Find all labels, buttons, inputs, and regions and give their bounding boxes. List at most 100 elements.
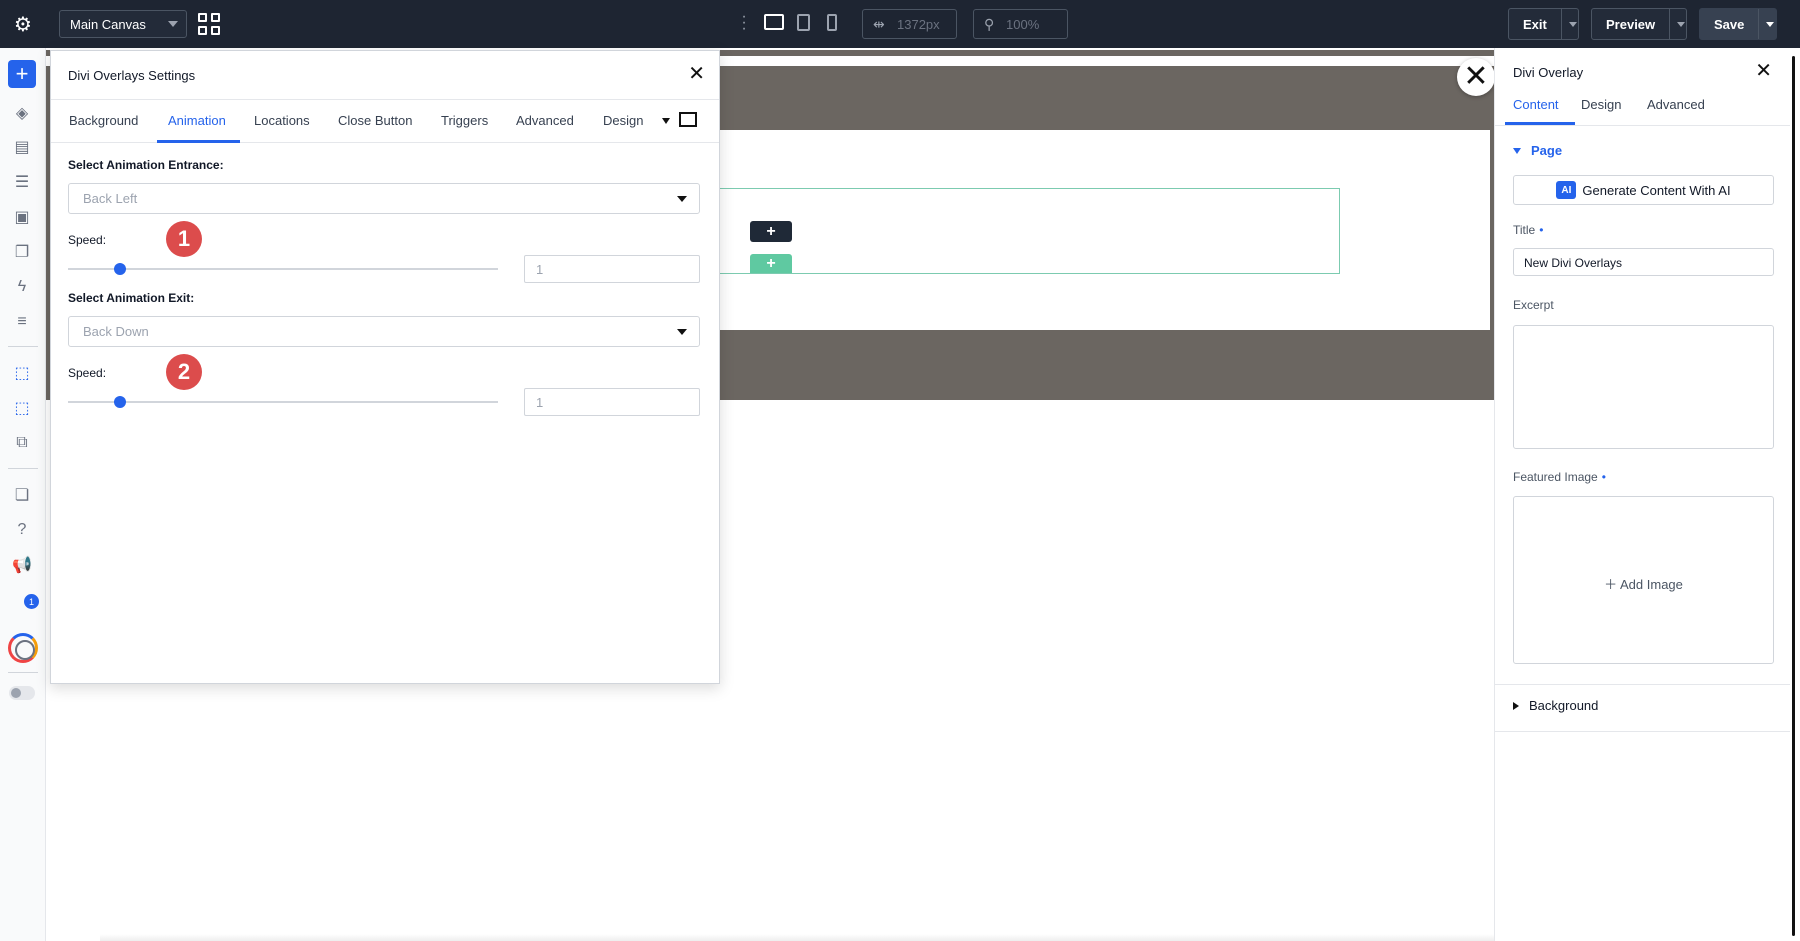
active-tab-indicator xyxy=(157,140,240,143)
entrance-animation-value: Back Left xyxy=(83,191,138,206)
tab-close-button[interactable]: Close Button xyxy=(338,113,412,128)
title-label: Title • xyxy=(1513,223,1544,237)
tab-design[interactable]: Design xyxy=(603,113,643,128)
tab-advanced[interactable]: Advanced xyxy=(516,113,574,128)
canvas-select[interactable]: Main Canvas xyxy=(59,10,187,38)
more-tabs-chevron-icon[interactable] xyxy=(662,118,670,124)
overlay-close-icon[interactable]: ✕ xyxy=(1457,58,1495,96)
add-module-button[interactable]: + xyxy=(8,60,36,88)
library-icon[interactable]: ❏ xyxy=(11,484,33,506)
save-dropdown-icon[interactable] xyxy=(1758,9,1776,39)
overlay-settings-modal: Divi Overlays Settings ✕ Background Anim… xyxy=(50,50,720,684)
save-button[interactable]: Save xyxy=(1699,8,1777,40)
layers-icon[interactable]: ◈ xyxy=(11,102,33,124)
canvas-select-value: Main Canvas xyxy=(70,16,146,32)
modal-close-icon[interactable]: ✕ xyxy=(688,61,705,86)
panel-close-icon[interactable]: ✕ xyxy=(1755,58,1772,83)
title-label-text: Title xyxy=(1513,223,1536,237)
section-page-toggle[interactable]: Page xyxy=(1513,143,1562,158)
title-input[interactable]: New Divi Overlays xyxy=(1513,248,1774,276)
canvas-width-field[interactable]: ⇹ 1372px xyxy=(862,9,957,39)
zoom-magnifier-icon: ⚲ xyxy=(984,16,995,32)
tab-locations[interactable]: Locations xyxy=(254,113,310,128)
entrance-speed-slider-knob[interactable] xyxy=(114,263,126,275)
announcement-icon[interactable]: 📢 xyxy=(11,554,33,576)
theme-builder-icon[interactable]: ▤ xyxy=(11,136,33,158)
preview-button-label: Preview xyxy=(1606,16,1656,32)
exit-speed-input[interactable]: 1 xyxy=(524,388,700,416)
chevron-down-icon xyxy=(677,196,687,202)
plus-icon: ＋ xyxy=(1604,577,1621,592)
settings-gear-icon[interactable]: ⚙ xyxy=(0,0,46,48)
overlay-settings-icon[interactable]: ⬚ xyxy=(11,397,33,419)
lightning-icon[interactable]: ϟ xyxy=(11,276,33,298)
width-arrows-icon: ⇹ xyxy=(873,16,885,32)
tab-background[interactable]: Background xyxy=(69,113,138,128)
tab-design[interactable]: Design xyxy=(1581,97,1621,112)
exit-animation-select[interactable]: Back Down xyxy=(68,316,700,347)
phone-view-icon[interactable] xyxy=(827,14,837,31)
preview-button[interactable]: Preview xyxy=(1591,8,1687,40)
featured-image-dropzone[interactable]: ＋ Add Image xyxy=(1513,496,1774,664)
mode-toggle[interactable] xyxy=(9,686,35,700)
pages-icon[interactable]: ❐ xyxy=(11,241,33,263)
step-marker-2: 2 xyxy=(166,354,202,390)
exit-speed-slider[interactable] xyxy=(68,401,498,403)
desktop-view-icon[interactable] xyxy=(764,14,784,30)
add-module-plus-button[interactable]: + xyxy=(750,221,792,242)
tab-animation[interactable]: Animation xyxy=(168,113,226,128)
generate-ai-label: Generate Content With AI xyxy=(1582,182,1731,198)
section-page-label: Page xyxy=(1531,143,1563,158)
caret-right-icon xyxy=(1513,701,1519,710)
overlay-row[interactable] xyxy=(715,188,1340,274)
exit-speed-label: Speed: xyxy=(68,366,107,380)
tab-advanced[interactable]: Advanced xyxy=(1647,97,1705,112)
database-icon[interactable]: ☰ xyxy=(11,171,33,193)
tab-content[interactable]: Content xyxy=(1513,97,1559,112)
section-background-toggle[interactable]: Background xyxy=(1513,698,1598,713)
exit-animation-value: Back Down xyxy=(83,324,149,339)
entrance-animation-select[interactable]: Back Left xyxy=(68,183,700,214)
canvas-width-value: 1372px xyxy=(897,16,940,32)
exit-speed-slider-knob[interactable] xyxy=(114,396,126,408)
entrance-speed-slider[interactable] xyxy=(68,268,498,270)
overlay-link-icon[interactable]: ⧉ xyxy=(11,432,33,454)
overlay-cursor-icon[interactable]: ⬚ xyxy=(11,362,33,384)
exit-button-label: Exit xyxy=(1523,16,1547,32)
sidebar-divider xyxy=(8,346,38,347)
panel-title: Divi Overlay xyxy=(1513,65,1584,80)
layout-grid-icon[interactable] xyxy=(198,13,220,35)
exit-button[interactable]: Exit xyxy=(1508,8,1579,40)
generate-ai-button[interactable]: AI Generate Content With AI xyxy=(1513,175,1774,205)
help-icon[interactable]: ? xyxy=(11,519,33,541)
modal-tab-bar: Background Animation Locations Close But… xyxy=(51,99,719,143)
add-image-label: Add Image xyxy=(1620,577,1683,592)
step-marker-1: 1 xyxy=(166,221,202,257)
excerpt-label: Excerpt xyxy=(1513,298,1554,312)
sidebar-divider xyxy=(8,672,38,673)
excerpt-textarea[interactable] xyxy=(1513,325,1774,449)
entrance-label: Select Animation Entrance: xyxy=(68,158,224,172)
drag-handle-icon[interactable]: · · · xyxy=(741,9,747,37)
divi-logo-icon[interactable] xyxy=(8,633,38,663)
expand-modal-icon[interactable] xyxy=(679,112,697,127)
left-sidebar: + ◈ ▤ ☰ ▣ ❐ ϟ ≡ ⬚ ⬚ ⧉ ❏ ? 📢 1 xyxy=(0,48,46,941)
zoom-field[interactable]: ⚲ 100% xyxy=(973,9,1068,39)
featured-image-label-text: Featured Image xyxy=(1513,470,1598,484)
list-icon[interactable]: ≡ xyxy=(11,311,33,333)
save-button-label: Save xyxy=(1714,16,1745,32)
panel-divider xyxy=(1495,684,1791,685)
exit-dropdown-icon[interactable] xyxy=(1560,9,1578,39)
add-image-button[interactable]: ＋ Add Image xyxy=(1514,574,1773,593)
top-toolbar: ⚙ Main Canvas · · · ⇹ 1372px ⚲ 100% Exit P… xyxy=(0,0,1800,48)
canvas-bottom-shadow xyxy=(100,934,1700,941)
chevron-down-icon xyxy=(677,329,687,335)
tablet-view-icon[interactable] xyxy=(797,14,810,31)
tab-triggers[interactable]: Triggers xyxy=(441,113,488,128)
entrance-speed-label: Speed: xyxy=(68,233,107,247)
entrance-speed-input[interactable]: 1 xyxy=(524,255,700,283)
add-row-plus-button[interactable]: + xyxy=(750,254,792,273)
panel-scrollbar[interactable] xyxy=(1790,48,1800,941)
preview-dropdown-icon[interactable] xyxy=(1669,9,1686,39)
forms-icon[interactable]: ▣ xyxy=(11,206,33,228)
